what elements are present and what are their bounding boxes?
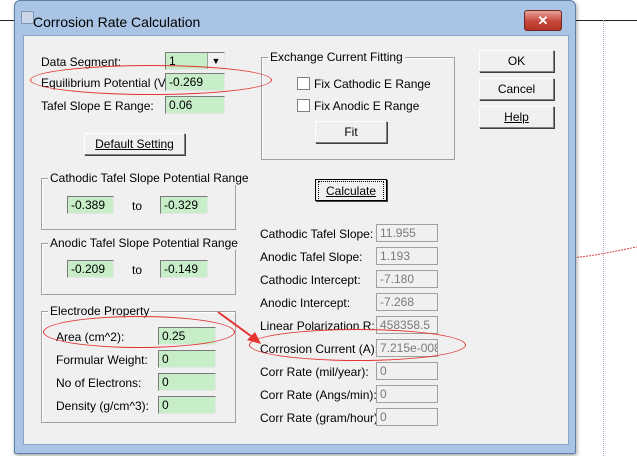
formular-weight-input[interactable]: 0	[158, 350, 216, 368]
electrons-label: No of Electrons:	[56, 376, 142, 390]
cathodic-to-label: to	[132, 199, 143, 213]
fix-anodic-checkbox[interactable]	[297, 99, 310, 112]
result-value[interactable]: 1.193	[376, 247, 438, 265]
ok-button[interactable]: OK	[479, 50, 554, 72]
anodic-from-input[interactable]: -0.209	[67, 260, 114, 278]
result-value[interactable]: 0	[376, 385, 438, 403]
window-title: Corrosion Rate Calculation	[33, 14, 201, 30]
anodic-to-label: to	[132, 263, 143, 277]
calculate-button[interactable]: Calculate	[315, 179, 387, 201]
area-highlight-ellipse	[43, 316, 235, 348]
anodic-to-input[interactable]: -0.149	[160, 260, 208, 278]
anodic-range-title: Anodic Tafel Slope Potential Range	[48, 236, 240, 250]
fit-button[interactable]: Fit	[315, 121, 387, 143]
result-label: Corr Rate (gram/hour):	[260, 411, 382, 425]
result-label: Anodic Intercept:	[260, 296, 351, 310]
result-label: Cathodic Tafel Slope:	[260, 227, 374, 241]
result-label: Corr Rate (Angs/min):	[260, 388, 377, 402]
result-value[interactable]: 11.955	[376, 224, 438, 242]
close-button[interactable]: ✕	[524, 10, 562, 31]
density-input[interactable]: 0	[158, 396, 216, 414]
cathodic-range-title: Cathodic Tafel Slope Potential Range	[48, 171, 251, 185]
equilibrium-highlight-ellipse	[30, 65, 272, 95]
formular-weight-label: Formular Weight:	[56, 353, 148, 367]
fix-anodic-label: Fix Anodic E Range	[314, 99, 420, 113]
corrosion-current-highlight-ellipse	[249, 329, 466, 361]
red-arrow-icon	[217, 311, 261, 344]
result-value[interactable]: 0	[376, 408, 438, 426]
result-value[interactable]: -7.180	[376, 270, 438, 288]
result-label: Anodic Tafel Slope:	[260, 250, 363, 264]
cathodic-from-input[interactable]: -0.389	[67, 196, 114, 214]
tafel-range-input[interactable]: 0.06	[165, 96, 225, 114]
fix-cathodic-checkbox[interactable]	[297, 77, 310, 90]
calculate-label: Calculate	[318, 181, 384, 201]
background-grid-line	[603, 20, 604, 456]
default-setting-button[interactable]: Default Setting	[84, 133, 185, 155]
exchange-current-title: Exchange Current Fitting	[268, 50, 405, 64]
density-label: Density (g/cm^3):	[56, 399, 149, 413]
result-value[interactable]: 0	[376, 362, 438, 380]
cancel-button[interactable]: Cancel	[479, 78, 554, 100]
background-data-curve	[571, 246, 637, 259]
tafel-range-label: Tafel Slope E Range:	[41, 99, 154, 113]
default-setting-label: Default Setting	[95, 137, 174, 151]
fix-cathodic-label: Fix Cathodic E Range	[314, 77, 431, 91]
cathodic-to-input[interactable]: -0.329	[160, 196, 208, 214]
result-value[interactable]: -7.268	[376, 293, 438, 311]
result-label: Corr Rate (mil/year):	[260, 365, 369, 379]
electrons-input[interactable]: 0	[158, 373, 216, 391]
help-label: Help	[504, 110, 529, 124]
result-label: Cathodic Intercept:	[260, 273, 361, 287]
title-bar[interactable]: Corrosion Rate Calculation ✕	[15, 1, 575, 33]
help-button[interactable]: Help	[479, 106, 554, 128]
